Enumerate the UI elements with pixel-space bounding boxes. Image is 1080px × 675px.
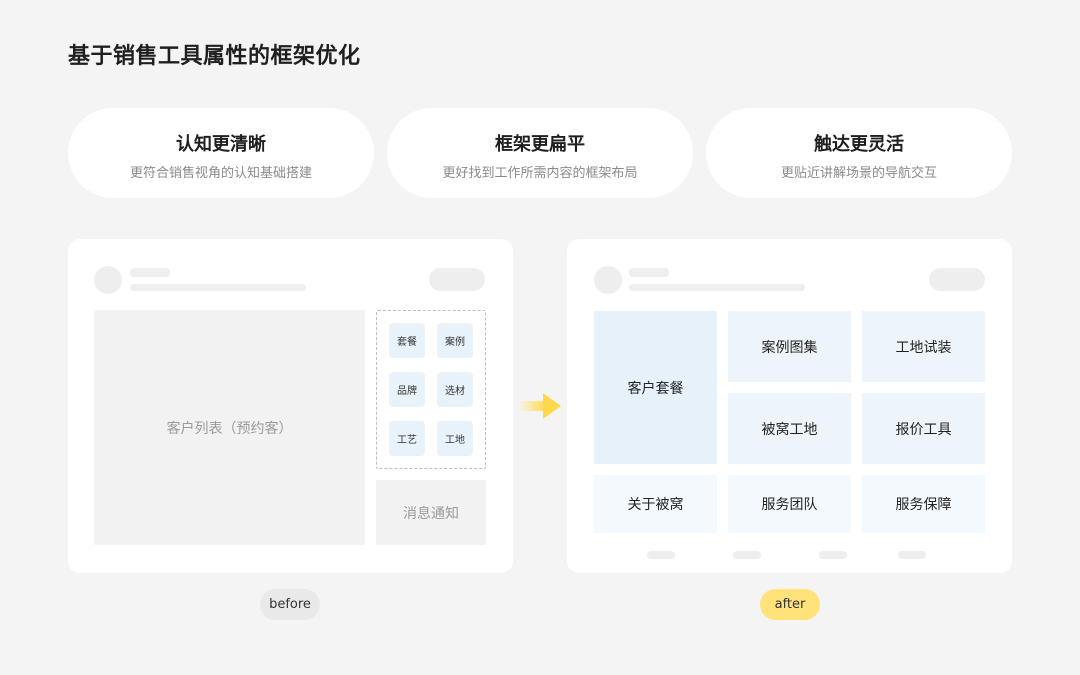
feature-subtitle: 更好找到工作所需内容的框架布局: [442, 166, 638, 181]
feature-subtitle: 更符合销售视角的认知基础搭建: [129, 166, 312, 181]
tile-service-team: 服务团队: [728, 475, 851, 533]
header-pill-placeholder: [429, 268, 485, 291]
notification-label: 消息通知: [403, 505, 459, 522]
header-line-placeholder: [130, 284, 306, 291]
bottom-tab-placeholder: [733, 551, 761, 559]
tile-case-gallery: 案例图集: [728, 311, 851, 382]
customer-list-block: 客户列表（预约客）: [94, 310, 365, 545]
tile-service-guarantee: 服务保障: [862, 475, 985, 533]
bottom-tab-placeholder: [819, 551, 847, 559]
after-tag: after: [760, 589, 820, 620]
feature-heading: 触达更灵活: [814, 134, 904, 155]
customer-list-label: 客户列表（预约客）: [166, 420, 293, 437]
before-tag: before: [260, 589, 320, 620]
header-line-placeholder: [130, 268, 170, 277]
bottom-tab-placeholder: [647, 551, 675, 559]
notification-block: 消息通知: [376, 480, 486, 545]
after-panel: 客户套餐 案例图集 工地试装 被窝工地 报价工具 关于被窝 服务团队 服务保障: [567, 239, 1012, 573]
feature-card-flexible: 触达更灵活 更贴近讲解场景的导航交互: [706, 108, 1012, 198]
tile-about: 关于被窝: [594, 475, 717, 533]
tool-tile: 工地: [437, 421, 473, 456]
tile-site: 被窝工地: [728, 393, 851, 464]
tile-site-trial: 工地试装: [862, 311, 985, 382]
arrow-right-icon: [519, 393, 561, 419]
header-pill-placeholder: [929, 268, 985, 291]
header-line-placeholder: [629, 284, 805, 291]
tool-tile: 案例: [437, 323, 473, 358]
before-panel: 客户列表（预约客） 套餐 案例 品牌 选材 工艺 工地 消息通知: [68, 239, 513, 573]
feature-heading: 框架更扁平: [495, 134, 585, 155]
header-line-placeholder: [629, 268, 669, 277]
tools-group: 套餐 案例 品牌 选材 工艺 工地: [376, 310, 486, 469]
bottom-tab-placeholder: [898, 551, 926, 559]
tool-tile: 选材: [437, 372, 473, 407]
tool-tile: 工艺: [389, 421, 425, 456]
feature-card-flat: 框架更扁平 更好找到工作所需内容的框架布局: [387, 108, 693, 198]
feature-subtitle: 更贴近讲解场景的导航交互: [780, 166, 937, 181]
avatar-placeholder: [594, 266, 622, 294]
page-title: 基于销售工具属性的框架优化: [68, 44, 361, 69]
tile-customer-package: 客户套餐: [594, 311, 717, 464]
tool-tile: 品牌: [389, 372, 425, 407]
feature-card-clarity: 认知更清晰 更符合销售视角的认知基础搭建: [68, 108, 374, 198]
tool-tile: 套餐: [389, 323, 425, 358]
tile-quote-tool: 报价工具: [862, 393, 985, 464]
feature-heading: 认知更清晰: [176, 134, 266, 155]
avatar-placeholder: [94, 266, 122, 294]
